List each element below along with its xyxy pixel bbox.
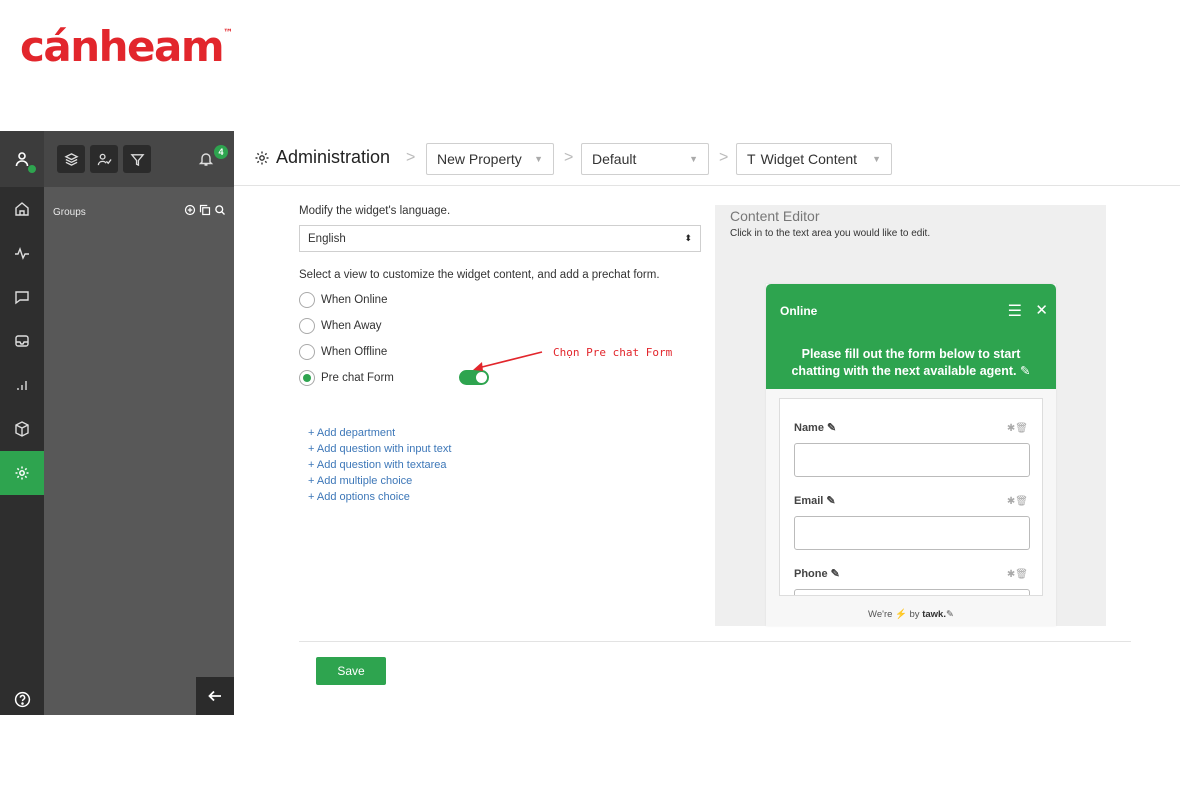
language-select[interactable]: English ⬍ [299,225,701,252]
caret-down-icon: ▼ [689,154,698,164]
bell-icon [198,153,214,166]
widget-message[interactable]: Please fill out the form below to start … [778,346,1044,380]
close-icon[interactable]: ✕ [1035,301,1048,319]
help-icon[interactable] [0,683,44,715]
add-department-link[interactable]: + Add department [308,425,451,441]
radio-when-away[interactable]: When Away [299,313,704,339]
field-label-email[interactable]: Email ✎ [794,494,836,507]
user-check-icon [97,153,112,165]
arrow-left-icon [208,690,221,702]
home-icon[interactable] [0,187,44,231]
layers-icon [63,152,79,166]
chevron-right-icon: > [564,149,574,166]
chevron-right-icon: > [406,149,416,166]
widget-header: Online ☰ ✕ Please fill out the form belo… [766,284,1056,389]
widget-dropdown[interactable]: Default ▼ [581,143,709,175]
annotation-text: Chọn Pre chat Form [553,346,673,359]
email-field[interactable] [794,516,1030,550]
add-links: + Add department + Add question with inp… [308,425,451,505]
settings-icon[interactable] [0,451,44,495]
add-textarea-question-link[interactable]: + Add question with textarea [308,457,451,473]
annotation-arrow [473,351,543,371]
groups-panel: 4 Groups [44,131,234,715]
add-options-choice-link[interactable]: + Add options choice [308,489,451,505]
editor-title: Content Editor [730,208,820,224]
name-field[interactable] [794,443,1030,477]
add-input-question-link[interactable]: + Add question with input text [308,441,451,457]
property-value: New Property [437,151,522,167]
required-delete-icon[interactable]: ✱🗑 [1007,496,1028,507]
language-value: English [308,232,346,245]
divider [299,641,1131,642]
activity-icon[interactable] [0,231,44,275]
field-label-phone[interactable]: Phone ✎ [794,567,840,580]
online-status-dot [27,164,37,174]
property-dropdown[interactable]: New Property ▼ [426,143,554,175]
page-header: Administration > New Property ▼ > Default… [234,131,1180,186]
layers-button[interactable] [57,145,85,173]
profile-button[interactable] [0,131,44,187]
required-delete-icon[interactable]: ✱🗑 [1007,569,1028,580]
filter-icon [129,153,145,166]
copy-icon[interactable] [199,204,211,216]
agents-button[interactable] [90,145,118,173]
select-arrows-icon: ⬍ [684,233,692,243]
groups-label: Groups [53,207,86,218]
pencil-icon: ✎ [945,609,954,620]
gear-icon [255,151,269,164]
content-editor: Content Editor Click in to the text area… [715,205,1106,626]
widget-status[interactable]: Online [780,304,817,318]
phone-field[interactable] [794,589,1030,595]
pencil-icon: ✎ [1020,364,1031,378]
widget-footer[interactable]: We're ⚡ by tawk.✎ [766,609,1056,620]
required-delete-icon[interactable]: ✱🗑 [1007,423,1028,434]
reports-icon[interactable] [0,363,44,407]
section-value: Widget Content [760,151,858,167]
menu-icon[interactable]: ☰ [1008,301,1022,321]
breadcrumb-root[interactable]: Administration [254,147,390,168]
chevron-right-icon: > [719,149,729,166]
add-multiple-choice-link[interactable]: + Add multiple choice [308,473,451,489]
notification-badge: 4 [214,145,228,159]
filter-button[interactable] [123,145,151,173]
collapse-panel-button[interactable] [196,677,234,715]
search-icon[interactable] [214,204,226,216]
caret-down-icon: ▼ [872,154,881,164]
widget-value: Default [592,151,637,167]
field-label-name[interactable]: Name ✎ [794,421,836,434]
inbox-icon[interactable] [0,319,44,363]
chat-icon[interactable] [0,275,44,319]
language-label: Modify the widget's language. [299,205,451,217]
addons-icon[interactable] [0,407,44,451]
editor-subtitle: Click in to the text area you would like… [730,228,931,239]
caret-down-icon: ▼ [534,154,543,164]
view-label: Select a view to customize the widget co… [299,269,660,281]
radio-when-online[interactable]: When Online [299,287,704,313]
left-rail [0,131,44,715]
panel-toolbar: 4 [44,131,234,187]
prechat-form-preview: Name ✎ ✱🗑 Email ✎ ✱🗑 Phone ✎ ✱🗑 [779,398,1043,596]
page-title: Administration [276,147,391,167]
section-dropdown[interactable]: T Widget Content ▼ [736,143,892,175]
lightning-icon: ⚡ [895,609,907,620]
widget-preview: Online ☰ ✕ Please fill out the form belo… [766,284,1056,626]
groups-actions [184,204,226,216]
add-circle-icon[interactable] [184,204,196,216]
notifications-button[interactable]: 4 [196,145,228,171]
save-button[interactable]: Save [316,657,386,685]
text-icon: T [747,151,756,167]
brand-logo: cánheam™ [20,22,234,71]
